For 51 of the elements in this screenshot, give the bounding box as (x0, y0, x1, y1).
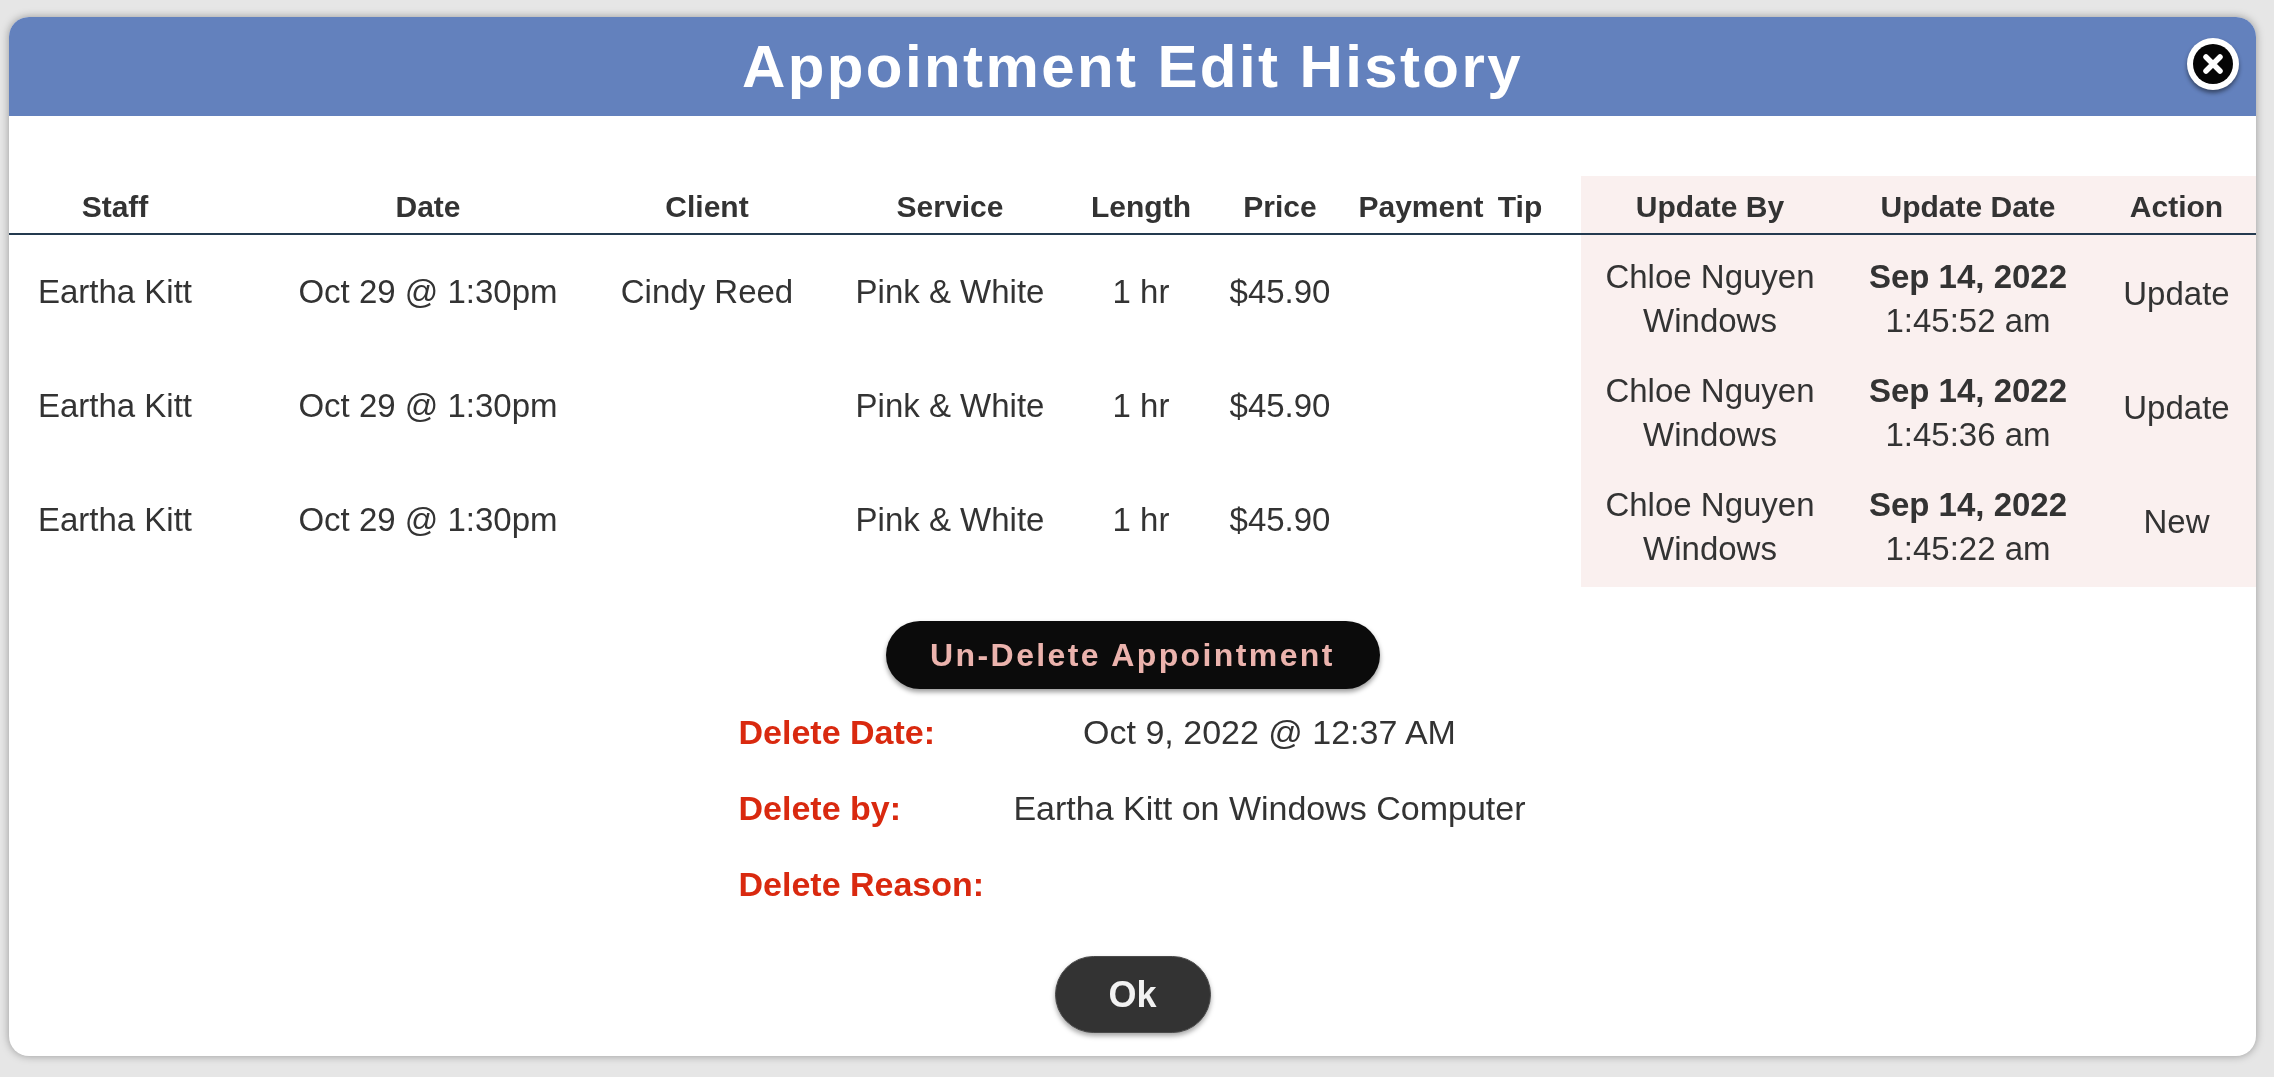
update-time: 1:45:22 am (1885, 529, 2051, 569)
update-time: 1:45:52 am (1885, 301, 2051, 341)
field-label: Delete by: (738, 788, 901, 828)
field-value: Oct 9, 2022 @ 12:37 AM (1083, 712, 1456, 752)
column-header: Staff (81, 188, 149, 224)
field-label: Delete Date: (738, 712, 935, 752)
device-name: Windows (1643, 529, 1777, 569)
table-cell: 1 hr (1112, 387, 1170, 425)
column-header: Service (896, 188, 1004, 224)
table-cell: Cindy Reed (620, 273, 794, 311)
table-cell: Pink & White (855, 387, 1045, 425)
field-value: Eartha Kitt on Windows Computer (1013, 788, 1526, 828)
update-date: Sep 14, 2022 (1868, 485, 2068, 525)
updater-name: Chloe Nguyen (1605, 371, 1815, 411)
table-cell: $45.90 (1229, 273, 1331, 311)
table-cell: $45.90 (1229, 501, 1331, 539)
update-date: Sep 14, 2022 (1868, 371, 2068, 411)
table-cell: Pink & White (855, 501, 1045, 539)
table-cell: Eartha Kitt (37, 387, 193, 425)
table-cell: $45.90 (1229, 387, 1331, 425)
dialog-title: Appointment Edit History (742, 31, 1523, 102)
table-cell: Pink & White (855, 273, 1045, 311)
column-header: Action (2129, 188, 2224, 224)
table-cell: Eartha Kitt (37, 273, 193, 311)
column-header: Price (1243, 188, 1317, 224)
updater-name: Chloe Nguyen (1605, 485, 1815, 525)
column-header: Payment (1358, 188, 1484, 224)
update-date: Sep 14, 2022 (1868, 257, 2068, 297)
close-icon[interactable] (2186, 37, 2240, 91)
table-cell: Oct 29 @ 1:30pm (298, 273, 558, 311)
column-header: Update By (1635, 188, 1785, 224)
table-cell: 1 hr (1112, 501, 1170, 539)
column-header: Update Date (1880, 188, 2056, 224)
field-label: Delete Reason: (738, 864, 985, 904)
column-header: Client (665, 188, 749, 224)
device-name: Windows (1643, 415, 1777, 455)
table-cell-text: New (2143, 502, 2210, 541)
table-cell: Oct 29 @ 1:30pm (298, 501, 558, 539)
table-cell: Eartha Kitt (37, 501, 193, 539)
updater-name: Chloe Nguyen (1605, 257, 1815, 297)
table-cell-text: Update (2123, 388, 2230, 427)
column-header: Length (1091, 188, 1191, 224)
ok-button[interactable]: Ok (1054, 956, 1211, 1033)
update-time: 1:45:36 am (1885, 415, 2051, 455)
table-cell: 1 hr (1112, 273, 1170, 311)
column-header: Date (395, 188, 461, 224)
undelete-button[interactable]: Un-Delete Appointment (885, 621, 1380, 689)
table-cell: Oct 29 @ 1:30pm (298, 387, 558, 425)
table-cell-text: Update (2123, 274, 2230, 313)
column-header: Tip (1497, 188, 1543, 224)
device-name: Windows (1643, 301, 1777, 341)
